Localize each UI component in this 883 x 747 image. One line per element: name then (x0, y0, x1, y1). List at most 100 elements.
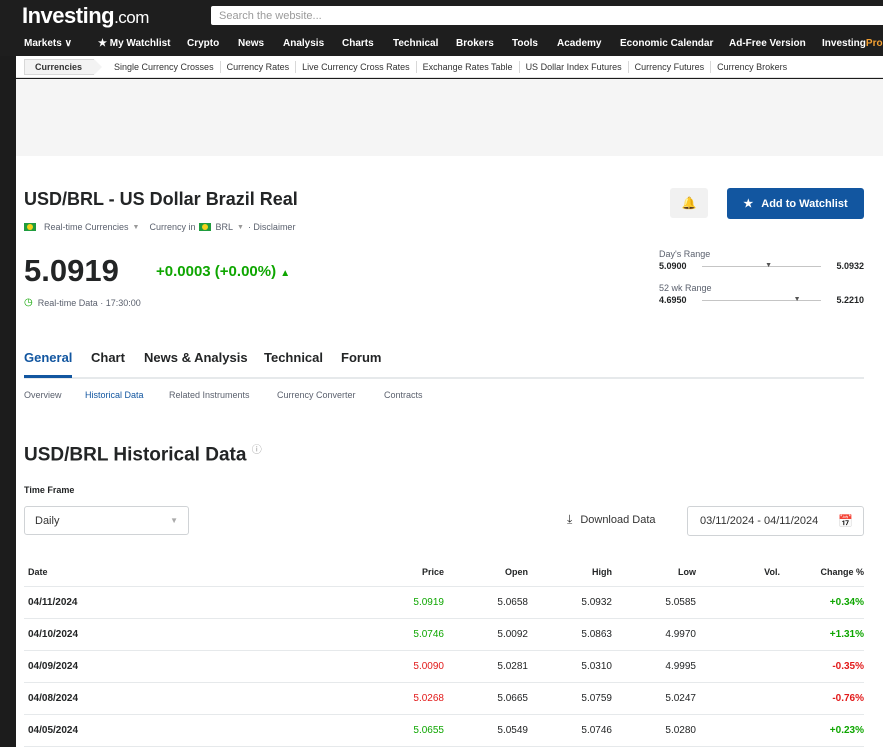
nav-my-watchlist[interactable]: ★ My Watchlist (98, 38, 171, 49)
cell-change: +0.23% (780, 714, 864, 747)
date-range-picker[interactable]: 03/11/2024 - 04/11/2024 📅 (687, 506, 864, 536)
cell-date: 04/11/2024 (24, 586, 184, 619)
cell-price: 5.0655 (184, 714, 444, 747)
cell-low: 4.9995 (612, 650, 696, 683)
subtab-overview[interactable]: Overview (24, 390, 62, 400)
cell-price: 5.0919 (184, 586, 444, 619)
tab-forum[interactable]: Forum (341, 350, 381, 365)
cell-change: +0.34% (780, 586, 864, 619)
chevron-down-icon: ▼ (170, 516, 178, 525)
subnav-exchange-rates-table[interactable]: Exchange Rates Table (417, 60, 520, 73)
subtab-historical-data[interactable]: Historical Data (85, 390, 144, 400)
table-row: 04/08/2024 5.0268 5.0665 5.0759 5.0247 -… (24, 682, 864, 715)
nav-academy[interactable]: Academy (557, 38, 601, 49)
category-label[interactable]: Real-time Currencies (44, 222, 129, 232)
chevron-down-icon[interactable]: ▼ (237, 224, 244, 231)
realtime-status: ◷ Real-time Data · 17:30:00 (24, 297, 141, 308)
arrow-up-icon: ▲ (280, 268, 291, 279)
cell-low: 5.0280 (612, 714, 696, 747)
search-input[interactable] (211, 6, 883, 26)
investing-logo[interactable]: Investing.com (22, 3, 149, 29)
historical-data-table: Date Price Open High Low Vol. Change % 0… (24, 558, 864, 747)
info-icon[interactable]: ⓘ (252, 445, 262, 456)
active-tab-indicator (24, 375, 72, 378)
subtab-currency-converter[interactable]: Currency Converter (277, 390, 356, 400)
cell-vol (696, 650, 780, 683)
nav-markets[interactable]: Markets ∨ (24, 38, 72, 49)
currency-label[interactable]: BRL (215, 222, 233, 232)
cell-date: 04/10/2024 (24, 618, 184, 651)
star-icon: ★ (743, 198, 754, 210)
cell-date: 04/09/2024 (24, 650, 184, 683)
range-marker-icon: ▼ (793, 296, 801, 303)
download-data-button[interactable]: ⤓ Download Data (567, 512, 656, 527)
subnav-currencies[interactable]: Currencies (24, 58, 103, 75)
chevron-down-icon[interactable]: ▼ (133, 224, 140, 231)
cell-low: 4.9970 (612, 618, 696, 651)
instrument-meta: Real-time Currencies ▼ Currency in BRL ▼… (24, 222, 295, 232)
ad-placeholder (16, 79, 883, 156)
nav-economic-calendar[interactable]: Economic Calendar (620, 38, 713, 49)
search-box[interactable]: ⚲ (211, 6, 883, 26)
subtab-related-instruments[interactable]: Related Instruments (169, 390, 250, 400)
subnav-single-currency-crosses[interactable]: Single Currency Crosses (108, 60, 221, 73)
cell-vol (696, 682, 780, 715)
subnav-live-cross-rates[interactable]: Live Currency Cross Rates (296, 60, 417, 73)
cell-open: 5.0092 (444, 618, 528, 651)
currency-subnav: Currencies Single Currency Crosses Curre… (16, 56, 883, 78)
nav-analysis[interactable]: Analysis (283, 38, 324, 49)
nav-tools[interactable]: Tools (512, 38, 538, 49)
cell-date: 04/05/2024 (24, 714, 184, 747)
cell-open: 5.0658 (444, 586, 528, 619)
cell-open: 5.0549 (444, 714, 528, 747)
watchlist-button-label: Add to Watchlist (761, 197, 848, 210)
nav-technical[interactable]: Technical (393, 38, 438, 49)
nav-crypto[interactable]: Crypto (187, 38, 219, 49)
col-high[interactable]: High (528, 558, 612, 587)
cell-high: 5.0932 (528, 586, 612, 619)
tab-news-analysis[interactable]: News & Analysis (144, 350, 248, 365)
col-vol[interactable]: Vol. (696, 558, 780, 587)
table-row: 04/05/2024 5.0655 5.0549 5.0746 5.0280 +… (24, 714, 864, 747)
cell-change: +1.31% (780, 618, 864, 651)
nav-brokers[interactable]: Brokers (456, 38, 494, 49)
brazil-flag-icon (199, 223, 212, 231)
cell-price: 5.0268 (184, 682, 444, 715)
cell-open: 5.0281 (444, 650, 528, 683)
subnav-currency-futures[interactable]: Currency Futures (629, 60, 712, 73)
disclaimer-link[interactable]: · Disclaimer (248, 222, 296, 232)
main-content: USD/BRL - US Dollar Brazil Real Real-tim… (16, 79, 883, 747)
col-open[interactable]: Open (444, 558, 528, 587)
nav-ad-free-version[interactable]: Ad-Free Version (729, 38, 806, 49)
subnav-currency-rates[interactable]: Currency Rates (221, 60, 297, 73)
col-change[interactable]: Change % (780, 558, 864, 587)
cell-change: -0.76% (780, 682, 864, 715)
cell-vol (696, 586, 780, 619)
nav-charts[interactable]: Charts (342, 38, 374, 49)
subnav-currency-brokers[interactable]: Currency Brokers (711, 61, 793, 73)
table-header-row: Date Price Open High Low Vol. Change % (24, 558, 864, 587)
alert-button[interactable]: 🔔 (670, 188, 708, 218)
brazil-flag-icon (24, 223, 36, 231)
range-marker-icon: ▼ (765, 262, 772, 269)
col-date[interactable]: Date (24, 558, 184, 587)
table-row: 04/10/2024 5.0746 5.0092 5.0863 4.9970 +… (24, 618, 864, 651)
tab-chart[interactable]: Chart (91, 350, 125, 365)
currency-in-label: Currency in (149, 222, 196, 232)
timeframe-select[interactable]: Daily ▼ (24, 506, 189, 535)
subnav-usd-index-futures[interactable]: US Dollar Index Futures (520, 60, 629, 73)
subtab-contracts[interactable]: Contracts (384, 390, 423, 400)
historical-title: USD/BRL Historical Data ⓘ (24, 444, 262, 466)
tab-technical[interactable]: Technical (264, 350, 323, 365)
col-low[interactable]: Low (612, 558, 696, 587)
add-to-watchlist-button[interactable]: ★ Add to Watchlist (727, 188, 864, 219)
cell-high: 5.0746 (528, 714, 612, 747)
col-price[interactable]: Price (184, 558, 444, 587)
nav-news[interactable]: News (238, 38, 264, 49)
cell-high: 5.0863 (528, 618, 612, 651)
tab-general[interactable]: General (24, 350, 72, 365)
cell-change: -0.35% (780, 650, 864, 683)
cell-price: 5.0090 (184, 650, 444, 683)
nav-investing-pro[interactable]: InvestingPro (822, 38, 883, 49)
bell-plus-icon: 🔔 (681, 196, 697, 210)
